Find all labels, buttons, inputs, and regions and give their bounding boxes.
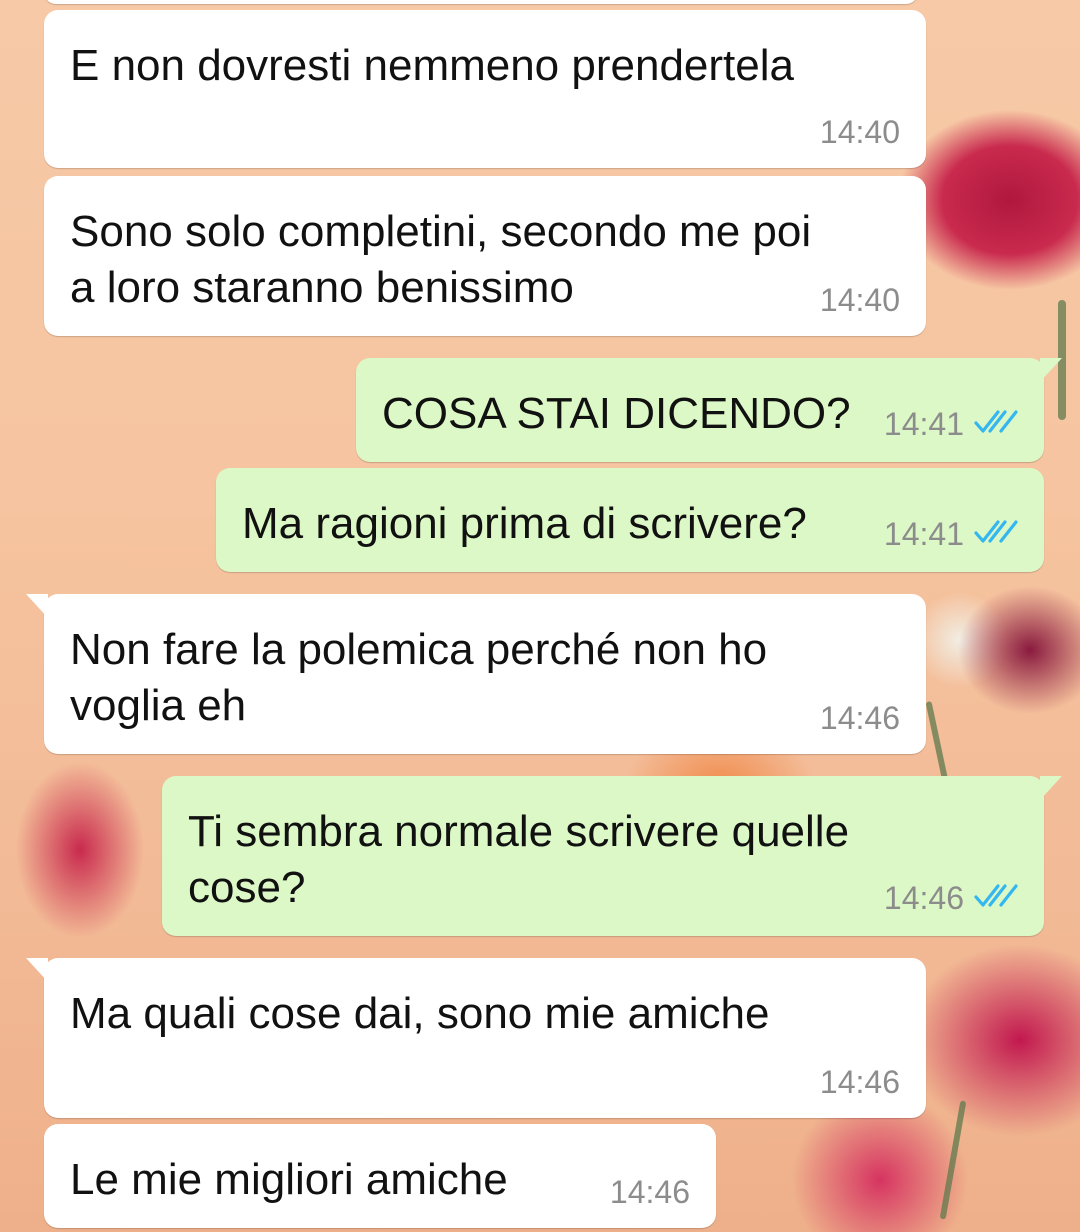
bubble-tail xyxy=(1040,358,1062,382)
message-text: Ma quali cose dai, sono mie amiche xyxy=(70,989,770,1038)
message-text: Ti sembra normale scrivere quelle cose? xyxy=(188,807,850,912)
message-bubble-partial[interactable] xyxy=(44,0,918,4)
message-text: E non dovresti nemmeno prendertela xyxy=(70,41,794,90)
message-bubble-incoming[interactable]: Sono solo completini, secondo me poi a l… xyxy=(44,176,926,336)
message-text: COSA STAI DICENDO? xyxy=(382,389,851,438)
message-timestamp: 14:46 xyxy=(819,700,900,736)
message-timestamp: 14:40 xyxy=(819,114,900,150)
double-check-read-icon xyxy=(974,410,1018,433)
message-bubble-incoming[interactable]: Non fare la polemica perché non ho vogli… xyxy=(26,594,926,754)
message-text: Ma ragioni prima di scrivere? xyxy=(242,499,807,548)
message-timestamp: 14:41 xyxy=(883,516,964,552)
message-bubble-incoming[interactable]: Ma quali cose dai, sono mie amiche 14:46 xyxy=(26,958,926,1118)
wallpaper-stem xyxy=(939,1100,967,1220)
message-bubble-incoming[interactable]: E non dovresti nemmeno prendertela 14:40 xyxy=(44,10,926,168)
bubble-tail xyxy=(1040,776,1062,800)
double-check-read-icon xyxy=(974,520,1018,543)
message-text: Le mie migliori amiche xyxy=(70,1155,508,1204)
message-timestamp: 14:46 xyxy=(883,880,964,916)
message-bubble-outgoing[interactable]: Ma ragioni prima di scrivere? 14:41 xyxy=(216,468,1044,572)
message-bubble-outgoing[interactable]: Ti sembra normale scrivere quelle cose? … xyxy=(162,776,1062,936)
message-timestamp: 14:46 xyxy=(819,1064,900,1100)
bubble-tail xyxy=(26,958,48,982)
message-timestamp: 14:46 xyxy=(609,1174,690,1210)
message-bubble-incoming[interactable]: Le mie migliori amiche 14:46 xyxy=(44,1124,716,1228)
message-text: Non fare la polemica perché non ho vogli… xyxy=(70,625,768,730)
message-timestamp: 14:41 xyxy=(883,406,964,442)
bubble-tail xyxy=(26,594,48,618)
message-timestamp: 14:40 xyxy=(819,282,900,318)
message-bubble-outgoing[interactable]: COSA STAI DICENDO? 14:41 xyxy=(356,358,1062,462)
message-text: Sono solo completini, secondo me poi a l… xyxy=(70,207,812,312)
double-check-read-icon xyxy=(974,884,1018,907)
